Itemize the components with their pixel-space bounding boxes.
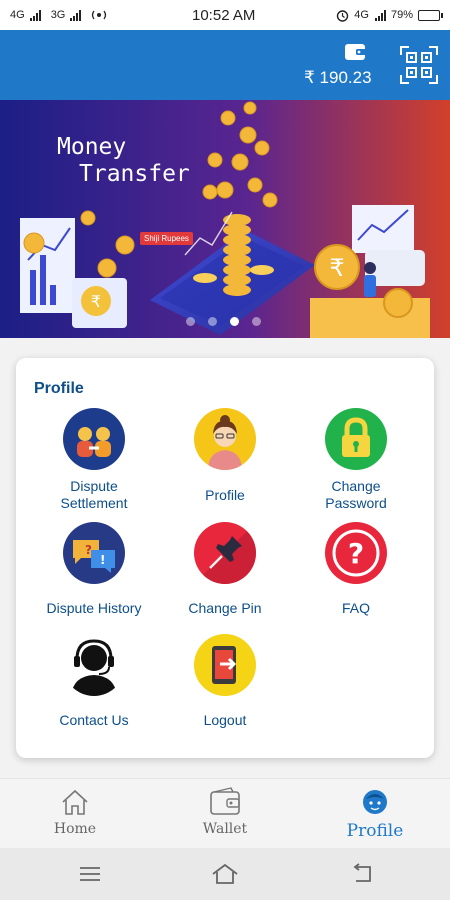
pin-icon [194,522,256,584]
dispute-settlement-label: Dispute Settlement [60,478,128,511]
logout-icon [194,634,256,696]
contact-us-label: Contact Us [59,712,129,728]
change-password-button[interactable]: Change Password [286,408,426,512]
wallet-icon[interactable] [344,43,366,61]
wallet-balance[interactable]: ₹ 190.23 [304,68,372,88]
svg-text:?: ? [85,543,92,557]
alarm-icon [337,9,349,22]
nav-wallet[interactable]: Wallet [150,787,300,837]
status-time: 10:52 AM [192,7,256,24]
svg-text:₹: ₹ [329,254,344,282]
battery-percent: 79% [390,9,413,21]
nav-home[interactable]: Home [0,787,150,837]
bottom-nav: Home Wallet Profile [0,778,450,848]
change-password-label: Change Password [325,478,387,511]
home-icon[interactable] [211,862,239,886]
svg-text:₹: ₹ [91,292,101,311]
profile-card: Profile Dispute Settlement Profile Chang… [16,358,434,758]
lock-icon [325,408,387,470]
menu-icon[interactable] [76,862,104,886]
dispute-settlement-icon [63,408,125,470]
nav-profile-label: Profile [346,821,404,841]
carousel-dot[interactable] [252,317,261,326]
carousel-dot[interactable] [208,317,217,326]
chat-bubbles-icon: ? ! [63,522,125,584]
faq-label: FAQ [341,600,370,616]
banner-title: Money Transfer [57,134,190,188]
logout-button[interactable]: Logout [155,634,295,729]
qr-code-icon[interactable] [400,46,438,84]
signal-icon [70,9,82,21]
signal-icon [374,9,386,21]
network-label-2: 3G [50,9,66,21]
dispute-history-label: Dispute History [46,600,142,616]
nav-wallet-label: Wallet [202,821,248,837]
dispute-settlement-button[interactable]: Dispute Settlement [24,408,164,512]
profile-avatar-icon [194,408,256,470]
nav-home-label: Home [53,821,97,837]
logout-label: Logout [203,712,247,728]
status-right: 4G 79% [336,9,443,22]
back-icon[interactable] [348,862,376,886]
network-label-3: 4G [354,9,369,21]
system-nav-bar [0,848,450,900]
banner-title-line2: Transfer [79,161,190,187]
promo-banner[interactable]: ₹ ₹ Money Transfer Shiji Rupees [0,100,450,338]
hotspot-icon [92,10,107,20]
dispute-history-button[interactable]: ? ! Dispute History [24,522,164,617]
carousel-dot[interactable] [186,317,195,326]
home-icon [62,789,88,815]
wallet-icon [210,787,240,815]
nav-profile[interactable]: Profile [300,787,450,841]
network-label-1: 4G [10,9,25,21]
app-header: ₹ 190.23 [0,30,450,100]
signal-icon [29,9,41,21]
carousel-dot[interactable] [230,317,239,326]
change-pin-button[interactable]: Change Pin [155,522,295,617]
battery-icon [418,9,443,21]
carousel-dots[interactable] [186,317,261,326]
profile-face-icon [363,790,387,814]
question-mark-icon: ? [325,522,387,584]
status-left: 4G 3G [10,9,107,21]
contact-us-button[interactable]: Contact Us [24,634,164,729]
status-bar: 4G 3G 10:52 AM 4G 79% [0,0,450,30]
svg-text:?: ? [348,537,364,570]
profile-button[interactable]: Profile [155,408,295,504]
banner-chip: Shiji Rupees [140,232,193,245]
svg-text:!: ! [100,553,105,567]
change-pin-label: Change Pin [188,600,262,616]
faq-button[interactable]: ? FAQ [286,522,426,617]
profile-label: Profile [205,487,245,503]
headset-icon [63,634,125,696]
card-title: Profile [34,380,84,397]
banner-title-line1: Money [57,134,127,160]
